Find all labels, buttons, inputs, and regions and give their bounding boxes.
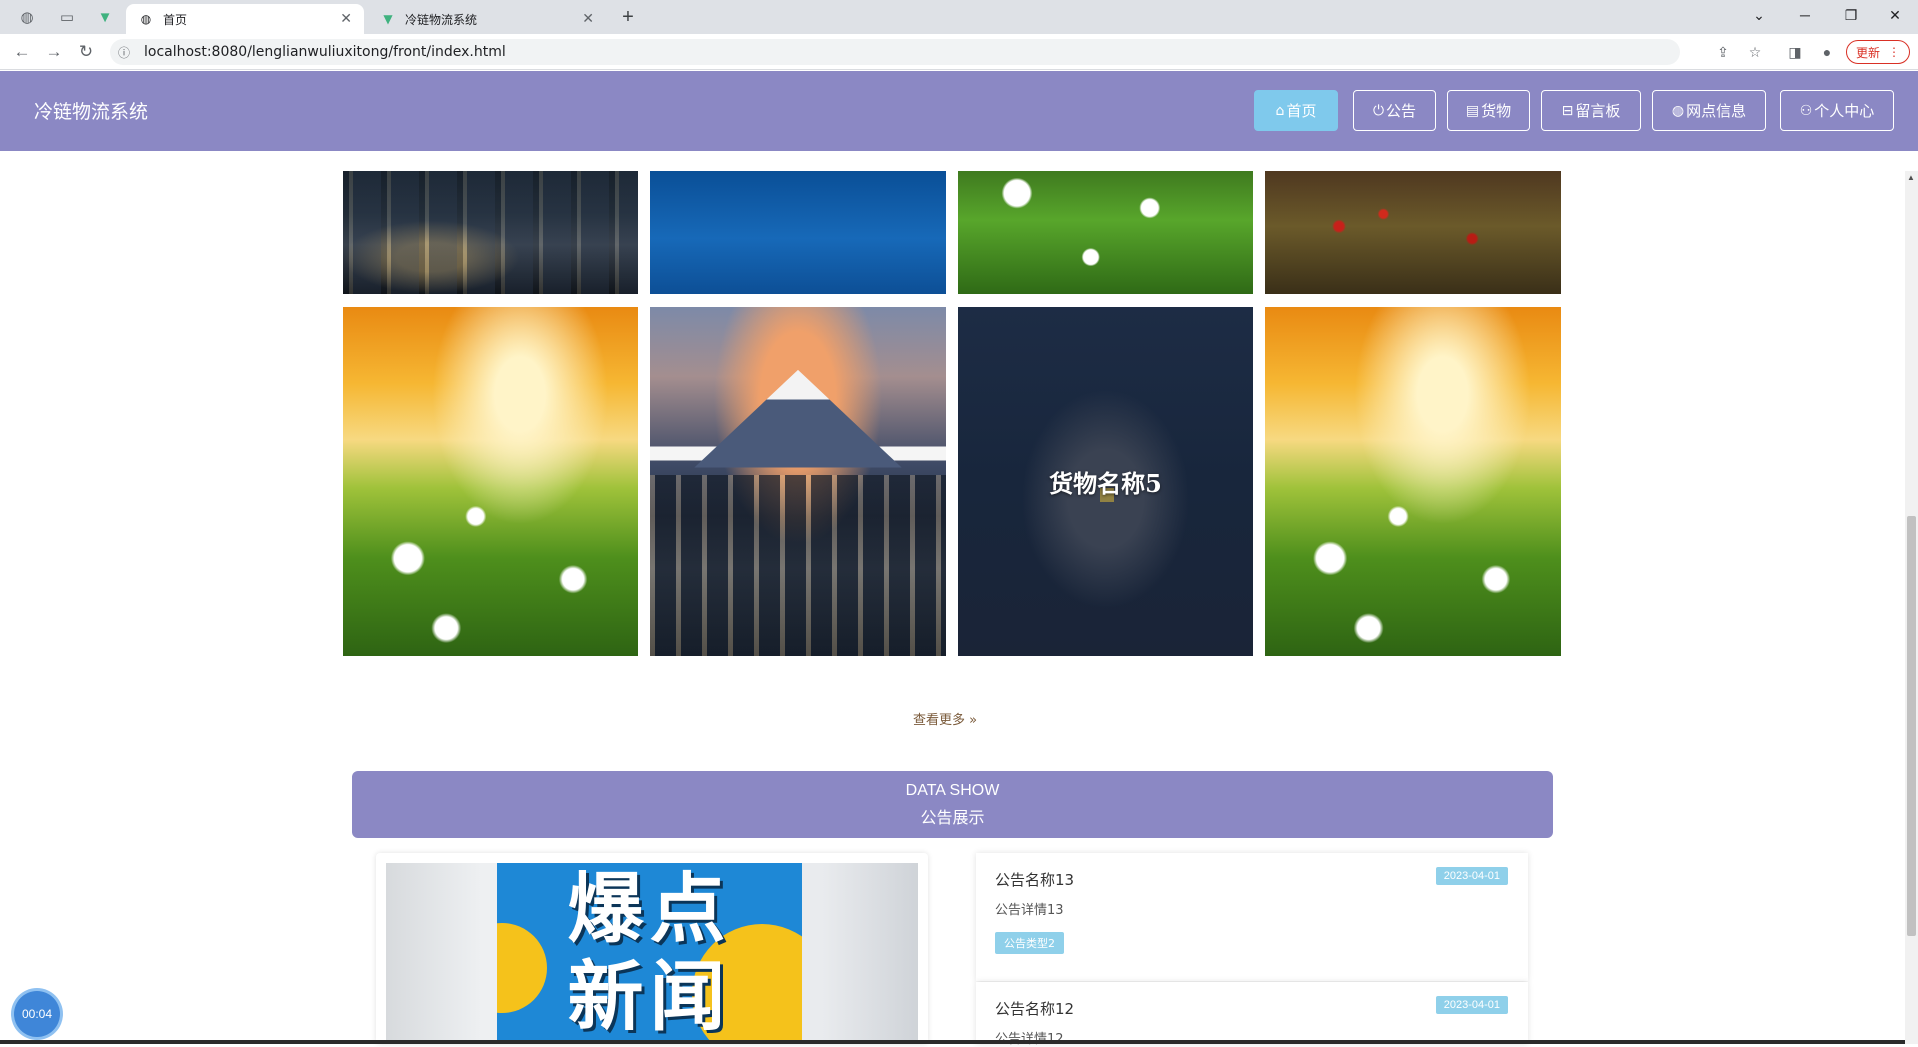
nav-label: 留言板 bbox=[1575, 102, 1621, 120]
notice-type-tag: 公告类型2 bbox=[995, 932, 1064, 954]
tab-search-icon[interactable]: ⌄ bbox=[1736, 0, 1782, 30]
nav-home[interactable]: ⌂ 首页 bbox=[1254, 90, 1338, 131]
home-icon: ⌂ bbox=[1275, 102, 1285, 119]
notice-item[interactable]: 公告名称13 2023-04-01 公告详情13 公告类型2 bbox=[976, 853, 1528, 981]
nav-message-board[interactable]: ⊟ 留言板 bbox=[1541, 90, 1641, 131]
goods-card[interactable] bbox=[1265, 171, 1561, 294]
list-icon: ▤ bbox=[1465, 102, 1480, 119]
pinned-tab-globe-icon[interactable]: ◍ bbox=[10, 4, 44, 30]
recording-timer: 00:04 bbox=[14, 991, 60, 1037]
nav-label: 首页 bbox=[1286, 102, 1317, 120]
vue-icon: ▼ bbox=[383, 12, 393, 26]
address-bar[interactable]: ⓘ localhost:8080/lenglianwuliuxitong/fro… bbox=[110, 39, 1680, 65]
site-header: 冷链物流系统 ⌂ 首页 ⏻ 公告 ▤ 货物 ⊟ 留言板 ◍ 网点信息 ⚇ 个人中… bbox=[0, 71, 1918, 151]
close-window-button[interactable]: ✕ bbox=[1872, 0, 1918, 30]
scrollbar-thumb[interactable] bbox=[1907, 516, 1916, 936]
bookmark-star-icon[interactable]: ☆ bbox=[1744, 42, 1766, 62]
news-poster: 爆点 新闻 bbox=[497, 863, 802, 1044]
poster-line-1: 爆点 bbox=[567, 864, 732, 953]
goods-card[interactable] bbox=[650, 171, 946, 294]
tab-system[interactable]: ▼ 冷链物流系统 ✕ bbox=[368, 4, 606, 34]
nav-label: 网点信息 bbox=[1686, 102, 1747, 120]
close-tab-icon[interactable]: ✕ bbox=[340, 11, 352, 27]
message-icon: ⊟ bbox=[1561, 102, 1574, 119]
notice-detail: 公告详情12 bbox=[995, 1028, 1064, 1047]
power-icon: ⏻ bbox=[1372, 102, 1385, 119]
nav-label: 货物 bbox=[1481, 102, 1512, 120]
back-icon[interactable]: ← bbox=[8, 38, 36, 66]
new-tab-button[interactable]: + bbox=[614, 4, 642, 30]
profile-icon[interactable]: ● bbox=[1816, 42, 1838, 62]
news-image: 爆点 新闻 bbox=[386, 863, 918, 1044]
vertical-scrollbar[interactable]: ▲ bbox=[1905, 171, 1918, 1044]
tab-home[interactable]: ◍ 首页 ✕ bbox=[126, 4, 364, 34]
goods-card-hovered[interactable]: 货物名称5 bbox=[958, 307, 1253, 656]
nav-label: 个人中心 bbox=[1814, 102, 1875, 120]
scroll-up-arrow-icon[interactable]: ▲ bbox=[1907, 173, 1915, 182]
tab-title: 首页 bbox=[163, 12, 188, 27]
section-title-cn: 公告展示 bbox=[920, 808, 985, 827]
notice-date-badge: 2023-04-01 bbox=[1435, 996, 1508, 1014]
url-text: localhost:8080/lenglianwuliuxitong/front… bbox=[144, 44, 506, 60]
goods-card[interactable] bbox=[958, 171, 1253, 294]
notice-title: 公告名称13 bbox=[995, 871, 1075, 889]
notice-item[interactable]: 公告名称12 2023-04-01 公告详情12 bbox=[976, 982, 1528, 1047]
goods-card[interactable] bbox=[343, 307, 638, 656]
notice-date-badge: 2023-04-01 bbox=[1435, 867, 1508, 885]
restore-button[interactable]: ❐ bbox=[1828, 0, 1874, 30]
user-icon: ⚇ bbox=[1799, 102, 1813, 119]
goods-card[interactable] bbox=[343, 171, 638, 294]
goods-card[interactable] bbox=[650, 307, 946, 656]
view-more-link[interactable]: 查看更多 » bbox=[913, 709, 977, 728]
data-show-banner: DATA SHOW 公告展示 bbox=[352, 771, 1553, 838]
notice-detail: 公告详情13 bbox=[995, 903, 1064, 918]
update-button[interactable]: 更新 ⋮ bbox=[1846, 40, 1910, 64]
info-icon[interactable]: ⓘ bbox=[118, 44, 138, 61]
nav-outlet-info[interactable]: ◍ 网点信息 bbox=[1652, 90, 1766, 131]
pinned-tab-blank-icon[interactable]: ▭ bbox=[50, 4, 84, 30]
nav-personal-center[interactable]: ⚇ 个人中心 bbox=[1780, 90, 1894, 131]
side-panel-icon[interactable]: ◨ bbox=[1784, 42, 1806, 62]
poster-line-2: 新闻 bbox=[567, 952, 732, 1041]
minimize-button[interactable]: ─ bbox=[1782, 0, 1828, 30]
close-tab-icon[interactable]: ✕ bbox=[582, 11, 594, 27]
more-menu-icon: ⋮ bbox=[1888, 45, 1900, 59]
globe-icon: ◍ bbox=[1671, 102, 1685, 119]
pinned-tab-vue-icon[interactable]: ▼ bbox=[88, 4, 122, 30]
nav-goods[interactable]: ▤ 货物 bbox=[1447, 90, 1530, 131]
forward-icon[interactable]: → bbox=[40, 38, 68, 66]
browser-tabbar: ◍ ▭ ▼ ◍ 首页 ✕ ▼ 冷链物流系统 ✕ + ⌄ ─ ❐ ✕ bbox=[0, 0, 1918, 34]
notice-title: 公告名称12 bbox=[995, 1000, 1075, 1018]
browser-toolbar: ← → ↻ ⓘ localhost:8080/lenglianwuliuxito… bbox=[0, 34, 1918, 70]
goods-name-overlay: 货物名称5 bbox=[1049, 469, 1162, 498]
globe-icon: ◍ bbox=[140, 12, 152, 26]
goods-card[interactable] bbox=[1265, 307, 1561, 656]
section-title-en: DATA SHOW bbox=[905, 782, 1000, 799]
share-icon[interactable]: ⇪ bbox=[1712, 42, 1734, 62]
news-image-card[interactable]: 爆点 新闻 bbox=[376, 853, 928, 1044]
nav-notice[interactable]: ⏻ 公告 bbox=[1353, 90, 1436, 131]
reload-icon[interactable]: ↻ bbox=[72, 38, 100, 66]
site-brand: 冷链物流系统 bbox=[34, 101, 149, 123]
bottom-edge-bar bbox=[0, 1040, 1905, 1044]
tab-title: 冷链物流系统 bbox=[405, 12, 478, 27]
update-label: 更新 bbox=[1855, 45, 1880, 60]
nav-label: 公告 bbox=[1386, 102, 1417, 120]
